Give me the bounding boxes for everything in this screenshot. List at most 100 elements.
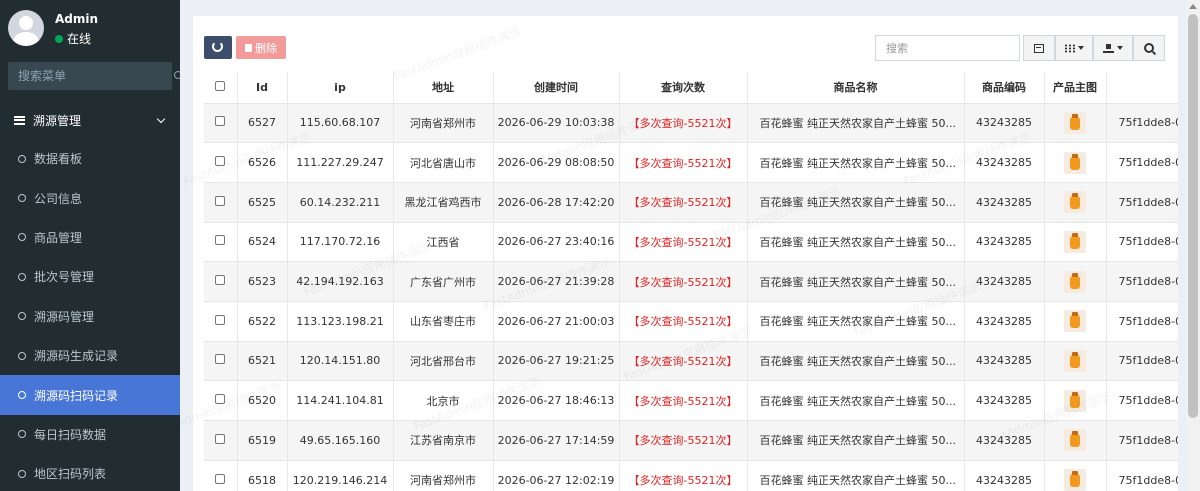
table-row[interactable]: 6521 120.14.151.80 河北省邢台市 2026-06-27 19:21:…: [204, 341, 1178, 382]
row-checkbox[interactable]: [215, 433, 226, 444]
row-select-cell: [204, 460, 238, 491]
circle-icon: [18, 233, 26, 242]
product-thumbnail[interactable]: [1064, 469, 1086, 491]
row-checkbox[interactable]: [215, 195, 226, 206]
product-thumbnail[interactable]: [1064, 429, 1086, 452]
row-checkbox[interactable]: [215, 473, 226, 484]
cell-image: [1044, 460, 1107, 491]
search-icon[interactable]: [168, 62, 180, 90]
cell-ip: 117.170.72.16: [287, 222, 394, 263]
menu-search-input[interactable]: [8, 69, 168, 83]
header-trace: [1106, 72, 1178, 104]
cell-code: 43243285: [964, 222, 1045, 263]
product-thumbnail[interactable]: [1064, 111, 1086, 134]
columns-button[interactable]: [1055, 35, 1093, 61]
row-checkbox[interactable]: [215, 156, 226, 167]
delete-button[interactable]: 删除: [236, 36, 286, 59]
scroll-thumb[interactable]: [1188, 14, 1198, 418]
header-ip[interactable]: ip: [287, 72, 394, 104]
cell-created: 2026-06-29 10:03:38: [493, 103, 620, 144]
select-all-checkbox[interactable]: [215, 80, 226, 91]
table-body: 6527 115.60.68.107 河南省郑州市 2026-06-29 10:03:…: [204, 103, 1178, 491]
scroll-up-icon[interactable]: [1189, 4, 1197, 9]
sidebar-item-label: 溯源码生成记录: [34, 349, 119, 364]
row-checkbox[interactable]: [215, 394, 226, 405]
sidebar-item[interactable]: 批次号管理: [0, 257, 180, 296]
row-checkbox[interactable]: [215, 275, 226, 286]
product-thumbnail[interactable]: [1064, 310, 1086, 333]
row-checkbox[interactable]: [215, 116, 226, 127]
cell-code: 43243285: [964, 142, 1045, 183]
header-product[interactable]: 商品名称: [747, 72, 965, 104]
refresh-button[interactable]: [204, 36, 232, 59]
circle-icon: [18, 391, 26, 400]
table-row[interactable]: 6519 49.65.165.160 江苏省南京市 2026-06-27 17:14:…: [204, 420, 1178, 461]
cell-address: 黑龙江省鸡西市: [393, 182, 494, 223]
row-checkbox[interactable]: [215, 354, 226, 365]
header-address[interactable]: 地址: [393, 72, 494, 104]
header-created[interactable]: 创建时间: [493, 72, 620, 104]
row-select-cell: [204, 420, 238, 461]
cell-image: [1044, 420, 1107, 461]
cell-trace: 75f1dde8-0: [1106, 103, 1178, 144]
page-scrollbar[interactable]: [1186, 0, 1200, 491]
table-row[interactable]: 6527 115.60.68.107 河南省郑州市 2026-06-29 10:03:…: [204, 103, 1178, 144]
header-image[interactable]: 产品主图: [1044, 72, 1107, 104]
product-thumbnail[interactable]: [1064, 230, 1086, 253]
cell-count: 【多次查询-5521次】: [619, 380, 748, 421]
cell-ip: 113.123.198.21: [287, 301, 394, 342]
table-row[interactable]: 6520 114.241.104.81 北京市 2026-06-27 18:46:13…: [204, 380, 1178, 421]
table-row[interactable]: 6524 117.170.72.16 江西省 2026-06-27 23:40:16 【…: [204, 222, 1178, 263]
sidebar-item[interactable]: 公司信息: [0, 178, 180, 217]
table-row[interactable]: 6518 120.219.146.214 河南省郑州市 2026-06-27 12:0…: [204, 460, 1178, 491]
table-header-row: Id ip 地址 创建时间 查询次数 商品名称 商品编码 产品主图: [204, 72, 1178, 104]
product-thumbnail[interactable]: [1064, 349, 1086, 372]
menu-section-trace[interactable]: 溯源管理: [0, 100, 180, 140]
circle-icon: [18, 194, 26, 203]
sidebar-item[interactable]: 数据看板: [0, 139, 180, 178]
cell-code: 43243285: [964, 261, 1045, 302]
header-id[interactable]: Id: [237, 72, 288, 104]
table-search-input[interactable]: [875, 35, 1020, 61]
sidebar-item[interactable]: 溯源码管理: [0, 297, 180, 336]
cell-address: 江苏省南京市: [393, 420, 494, 461]
sidebar-item[interactable]: 每日扫码数据: [0, 415, 180, 454]
table-row[interactable]: 6526 111.227.29.247 河北省唐山市 2026-06-29 08:08…: [204, 142, 1178, 183]
sidebar-item[interactable]: 溯源码生成记录: [0, 336, 180, 375]
cell-ip: 120.219.146.214: [287, 460, 394, 491]
toggle-view-button[interactable]: [1023, 35, 1055, 61]
sidebar-item[interactable]: 地区扫码列表: [0, 454, 180, 491]
cell-id: 6520: [237, 380, 288, 421]
sidebar-item[interactable]: 溯源码扫码记录: [0, 375, 180, 415]
product-thumbnail[interactable]: [1064, 389, 1086, 412]
header-count[interactable]: 查询次数: [619, 72, 748, 104]
product-thumbnail[interactable]: [1064, 270, 1086, 293]
avatar[interactable]: [8, 10, 44, 46]
cell-ip: 49.65.165.160: [287, 420, 394, 461]
cell-image: [1044, 301, 1107, 342]
table-row[interactable]: 6523 42.194.192.163 广东省广州市 2026-06-27 21:39…: [204, 261, 1178, 302]
row-checkbox[interactable]: [215, 314, 226, 325]
cell-ip: 120.14.151.80: [287, 341, 394, 382]
sidebar-item-label: 公司信息: [34, 191, 83, 206]
cell-created: 2026-06-27 19:21:25: [493, 341, 620, 382]
product-thumbnail[interactable]: [1064, 191, 1086, 214]
circle-icon: [18, 154, 26, 163]
table-row[interactable]: 6522 113.123.198.21 山东省枣庄市 2026-06-27 21:00…: [204, 301, 1178, 342]
cell-product: 百花蜂蜜 纯正天然农家自产土蜂蜜 50...: [747, 380, 965, 421]
row-checkbox[interactable]: [215, 235, 226, 246]
product-thumbnail[interactable]: [1064, 151, 1086, 174]
cell-image: [1044, 222, 1107, 263]
header-code[interactable]: 商品编码: [964, 72, 1045, 104]
table-row[interactable]: 6525 60.14.232.211 黑龙江省鸡西市 2026-06-28 17:42…: [204, 182, 1178, 223]
cell-count: 【多次查询-5521次】: [619, 420, 748, 461]
user-status-label: 在线: [67, 32, 92, 46]
sidebar-item[interactable]: 商品管理: [0, 218, 180, 257]
export-button[interactable]: [1093, 35, 1133, 61]
advanced-search-button[interactable]: [1133, 35, 1165, 61]
row-select-cell: [204, 142, 238, 183]
circle-icon: [18, 430, 26, 439]
cell-code: 43243285: [964, 420, 1045, 461]
cell-trace: 75f1dde8-0: [1106, 261, 1178, 302]
cell-created: 2026-06-27 21:39:28: [493, 261, 620, 302]
